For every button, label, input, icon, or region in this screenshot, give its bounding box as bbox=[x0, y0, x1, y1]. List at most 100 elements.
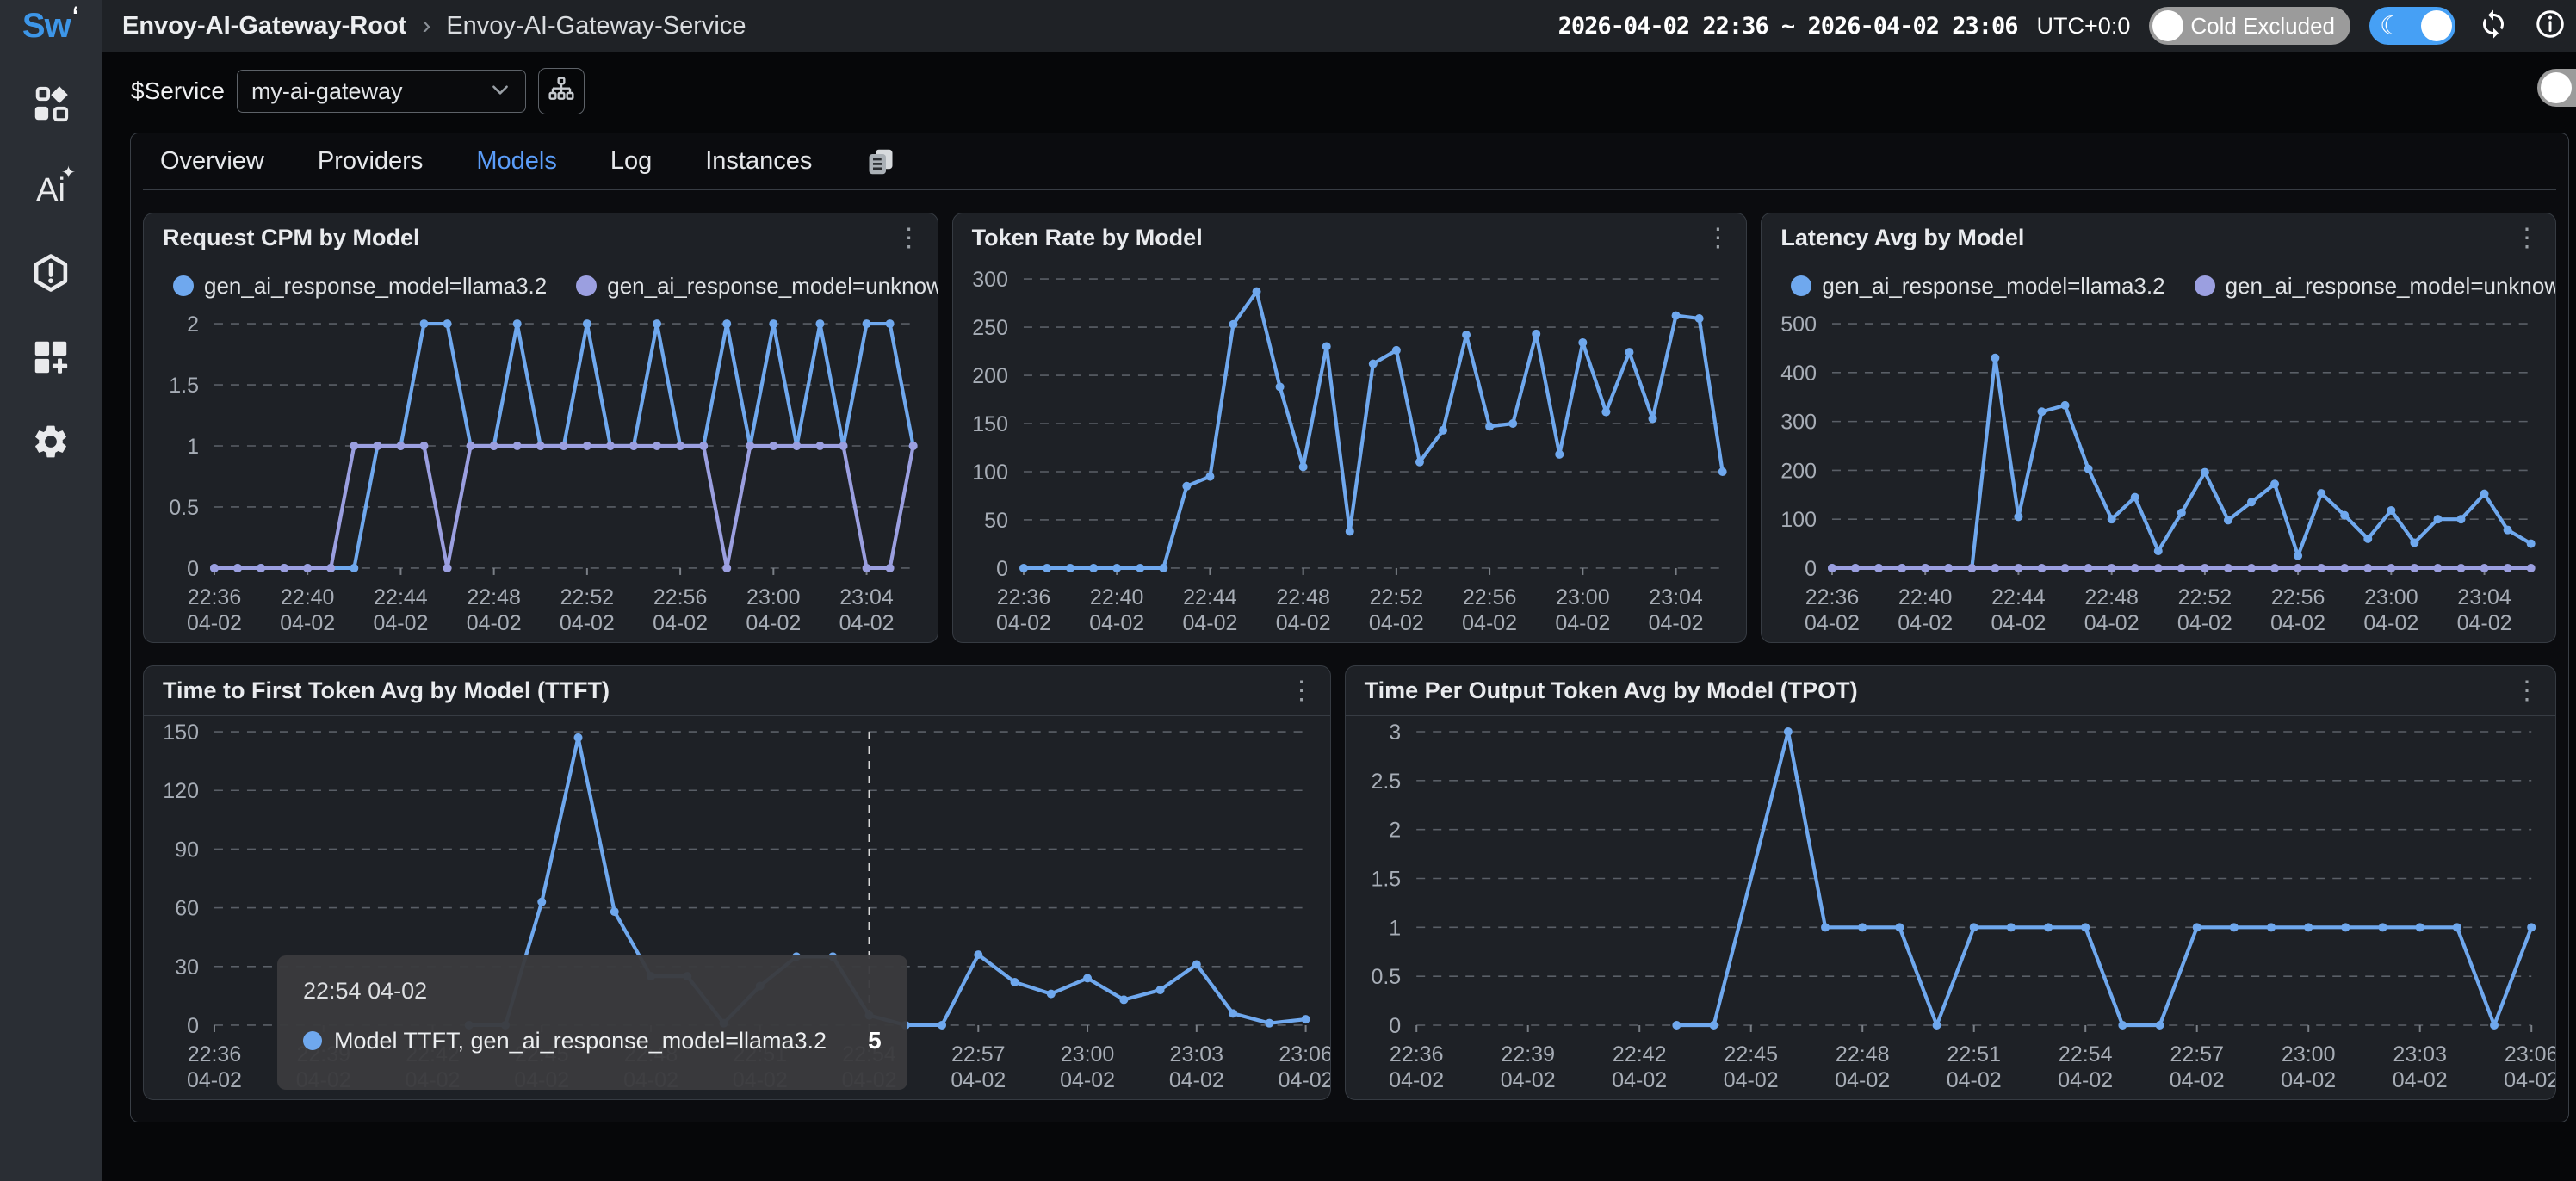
svg-text:04-02: 04-02 bbox=[467, 611, 522, 635]
tooltip-series-label: Model TTFT, gen_ai_response_model=llama3… bbox=[334, 1028, 827, 1054]
svg-text:04-02: 04-02 bbox=[1500, 1068, 1555, 1092]
svg-text:100: 100 bbox=[972, 461, 1008, 485]
tab-overview[interactable]: Overview bbox=[160, 147, 264, 176]
sidebar-item-ai-pipeline[interactable]: Ai✦ bbox=[21, 160, 81, 220]
svg-text:22:56: 22:56 bbox=[2271, 585, 2325, 609]
svg-text:22:48: 22:48 bbox=[467, 585, 521, 609]
svg-text:22:52: 22:52 bbox=[2178, 585, 2232, 609]
line-chart[interactable]: 00.511.522.5322:3604-0222:3904-0222:4204… bbox=[1346, 716, 2555, 1099]
tab-providers[interactable]: Providers bbox=[318, 147, 424, 176]
line-chart[interactable]: 010020030040050022:3604-0222:4004-0222:4… bbox=[1762, 308, 2555, 642]
svg-text:2: 2 bbox=[187, 312, 199, 337]
chart-menu-icon[interactable] bbox=[1287, 678, 1316, 704]
chart-menu-icon[interactable] bbox=[2512, 678, 2542, 704]
chart-title: Request CPM by Model bbox=[163, 225, 895, 251]
cold-excluded-label: Cold Excluded bbox=[2190, 13, 2335, 40]
legend-item[interactable]: gen_ai_response_model=llama3.2 bbox=[173, 273, 547, 300]
breadcrumb-root[interactable]: Envoy-AI-Gateway-Root bbox=[122, 12, 406, 40]
chart-card-latency-avg: Latency Avg by Model gen_ai_response_mod… bbox=[1761, 213, 2556, 643]
svg-text:04-02: 04-02 bbox=[2270, 611, 2325, 635]
dark-mode-toggle[interactable]: ☾ bbox=[2369, 7, 2455, 45]
svg-text:22:36: 22:36 bbox=[188, 585, 242, 609]
svg-text:1.5: 1.5 bbox=[169, 374, 199, 398]
svg-text:200: 200 bbox=[1781, 459, 1817, 483]
chart-menu-icon[interactable] bbox=[2512, 226, 2542, 251]
svg-text:04-02: 04-02 bbox=[951, 1068, 1006, 1092]
svg-text:04-02: 04-02 bbox=[1275, 611, 1330, 635]
svg-text:04-02: 04-02 bbox=[1389, 1068, 1444, 1092]
svg-text:04-02: 04-02 bbox=[1991, 611, 2047, 635]
sidebar-item-marketplace[interactable] bbox=[21, 329, 81, 389]
topology-button[interactable] bbox=[538, 68, 585, 114]
tab-log[interactable]: Log bbox=[610, 147, 652, 176]
svg-text:23:06: 23:06 bbox=[2505, 1042, 2555, 1067]
chart-menu-icon[interactable] bbox=[895, 226, 924, 251]
logo-swoosh-icon: ʻ bbox=[72, 2, 79, 31]
alerting-icon bbox=[31, 253, 71, 297]
svg-text:04-02: 04-02 bbox=[2457, 611, 2512, 635]
sidebar-item-alerting[interactable] bbox=[21, 244, 81, 305]
svg-text:23:03: 23:03 bbox=[1170, 1042, 1224, 1067]
cold-excluded-toggle[interactable]: Cold Excluded bbox=[2149, 7, 2350, 45]
svg-text:0.5: 0.5 bbox=[169, 496, 199, 520]
charts-row-1: Request CPM by Model gen_ai_response_mod… bbox=[143, 213, 2556, 643]
svg-text:23:04: 23:04 bbox=[1649, 585, 1703, 609]
svg-text:0: 0 bbox=[1389, 1014, 1401, 1038]
filter-bar: $Service my-ai-gateway bbox=[102, 52, 2576, 131]
svg-text:2.5: 2.5 bbox=[1371, 770, 1401, 794]
view-toggle[interactable]: V bbox=[2537, 69, 2576, 107]
svg-text:23:03: 23:03 bbox=[2393, 1042, 2447, 1067]
svg-text:04-02: 04-02 bbox=[653, 611, 708, 635]
svg-text:22:36: 22:36 bbox=[1805, 585, 1860, 609]
info-button[interactable] bbox=[2531, 7, 2569, 45]
svg-text:04-02: 04-02 bbox=[1182, 611, 1237, 635]
svg-text:23:00: 23:00 bbox=[2282, 1042, 2336, 1067]
service-select[interactable]: my-ai-gateway bbox=[237, 70, 526, 113]
svg-text:0: 0 bbox=[187, 557, 199, 581]
breadcrumb-separator-icon: › bbox=[422, 11, 430, 40]
svg-text:22:45: 22:45 bbox=[1724, 1042, 1778, 1067]
toggle-knob bbox=[2541, 72, 2572, 103]
tab-models[interactable]: Models bbox=[476, 147, 557, 176]
svg-text:22:36: 22:36 bbox=[188, 1042, 242, 1067]
time-range-picker[interactable]: 2026-04-02 22:36 ~ 2026-04-02 23:06 bbox=[1558, 13, 2018, 40]
chart-card-tpot: Time Per Output Token Avg by Model (TPOT… bbox=[1345, 665, 2556, 1100]
legend-item[interactable]: gen_ai_response_model=unknown bbox=[576, 273, 938, 300]
svg-text:22:56: 22:56 bbox=[1463, 585, 1517, 609]
refresh-button[interactable] bbox=[2474, 7, 2512, 45]
svg-text:04-02: 04-02 bbox=[996, 611, 1051, 635]
svg-text:04-02: 04-02 bbox=[1462, 611, 1517, 635]
svg-text:400: 400 bbox=[1781, 362, 1817, 386]
svg-text:04-02: 04-02 bbox=[839, 611, 895, 635]
tab-instances[interactable]: Instances bbox=[705, 147, 812, 176]
line-chart[interactable]: 00.511.5222:3604-0222:4004-0222:4404-022… bbox=[144, 308, 938, 642]
skywalking-logo[interactable]: Sw ʻ bbox=[0, 0, 102, 52]
sidebar-item-dashboards[interactable] bbox=[21, 76, 81, 136]
legend-dot-icon bbox=[576, 275, 597, 296]
svg-text:04-02: 04-02 bbox=[1369, 611, 1424, 635]
svg-text:04-02: 04-02 bbox=[1835, 1068, 1890, 1092]
svg-text:30: 30 bbox=[175, 955, 199, 980]
line-chart[interactable]: 05010015020025030022:3604-0222:4004-0222… bbox=[953, 263, 1747, 642]
svg-text:04-02: 04-02 bbox=[1723, 1068, 1778, 1092]
chevron-down-icon bbox=[489, 78, 511, 105]
sidebar-item-settings[interactable] bbox=[21, 413, 81, 473]
legend-label: gen_ai_response_model=unknown bbox=[2226, 273, 2556, 300]
svg-text:04-02: 04-02 bbox=[280, 611, 335, 635]
chart-menu-icon[interactable] bbox=[1703, 226, 1732, 251]
legend-item[interactable]: gen_ai_response_model=llama3.2 bbox=[1791, 273, 2164, 300]
refresh-icon bbox=[2478, 9, 2509, 44]
tooltip-timestamp: 22:54 04-02 bbox=[303, 978, 882, 1005]
service-label: $Service bbox=[131, 77, 225, 105]
svg-text:04-02: 04-02 bbox=[2084, 611, 2139, 635]
legend-label: gen_ai_response_model=llama3.2 bbox=[204, 273, 547, 300]
logo-text: Sw bbox=[22, 7, 71, 46]
svg-text:04-02: 04-02 bbox=[2058, 1068, 2113, 1092]
legend-item[interactable]: gen_ai_response_model=unknown bbox=[2195, 273, 2556, 300]
svg-text:22:52: 22:52 bbox=[1369, 585, 1423, 609]
svg-text:22:40: 22:40 bbox=[1090, 585, 1144, 609]
chart-card-request-cpm: Request CPM by Model gen_ai_response_mod… bbox=[143, 213, 938, 643]
copy-dashboard-button[interactable] bbox=[865, 146, 896, 177]
svg-text:90: 90 bbox=[175, 838, 199, 862]
svg-text:250: 250 bbox=[972, 316, 1008, 340]
